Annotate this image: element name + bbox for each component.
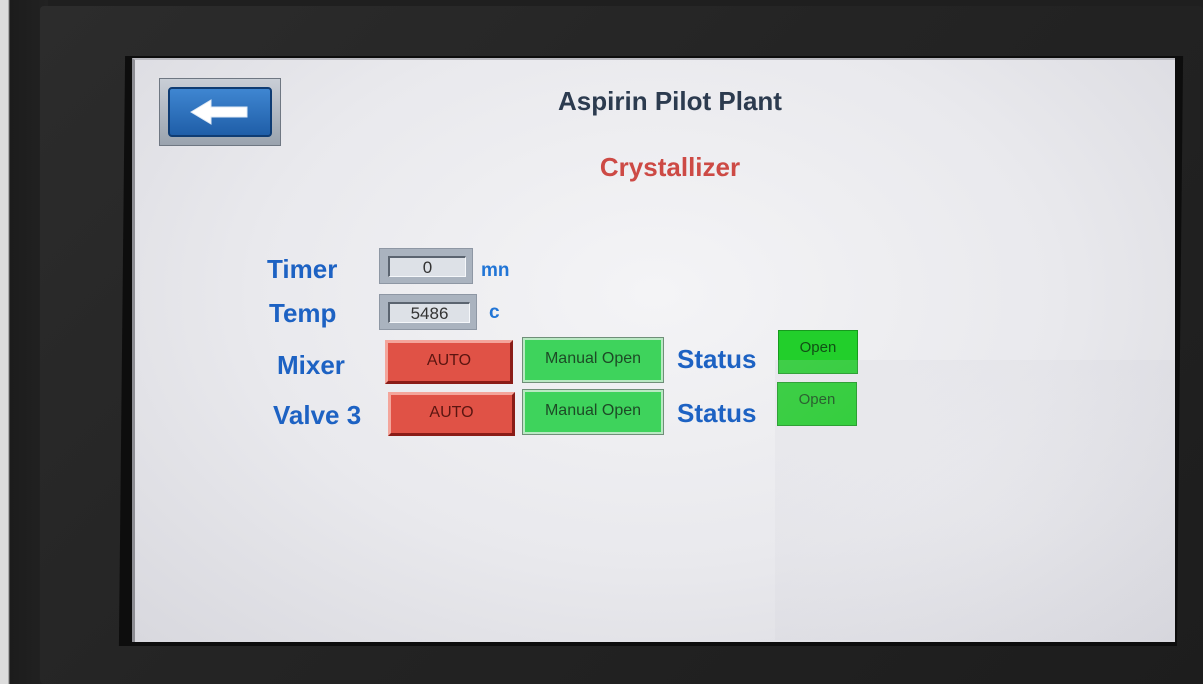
timer-value[interactable]: 0 — [388, 256, 466, 277]
timer-unit: mn — [481, 260, 510, 281]
timer-label: Timer — [267, 254, 338, 284]
mixer-status-label: Status — [677, 344, 757, 374]
mixer-label: Mixer — [277, 350, 345, 380]
mixer-manual-open-button[interactable]: Manual Open — [522, 337, 664, 383]
temp-unit: c — [489, 302, 500, 323]
page-title: Aspirin Pilot Plant — [558, 86, 782, 116]
temp-field[interactable]: 5486 — [379, 294, 477, 330]
temp-value[interactable]: 5486 — [388, 302, 470, 323]
page-subtitle: Crystallizer — [599, 152, 741, 182]
valve3-manual-open-button[interactable]: Manual Open — [522, 389, 664, 435]
temp-label: Temp — [269, 298, 337, 328]
valve3-status-label: Status — [677, 398, 757, 428]
mixer-status-indicator: Open — [778, 330, 858, 374]
valve3-label: Valve 3 — [273, 400, 362, 430]
valve3-auto-button[interactable]: AUTO — [388, 392, 515, 436]
mixer-auto-button[interactable]: AUTO — [385, 340, 513, 384]
timer-field[interactable]: 0 — [379, 248, 473, 284]
hmi-display: Aspirin Pilot Plant Crystallizer Timer 0… — [132, 58, 1175, 642]
valve3-status-indicator: Open — [777, 382, 857, 426]
